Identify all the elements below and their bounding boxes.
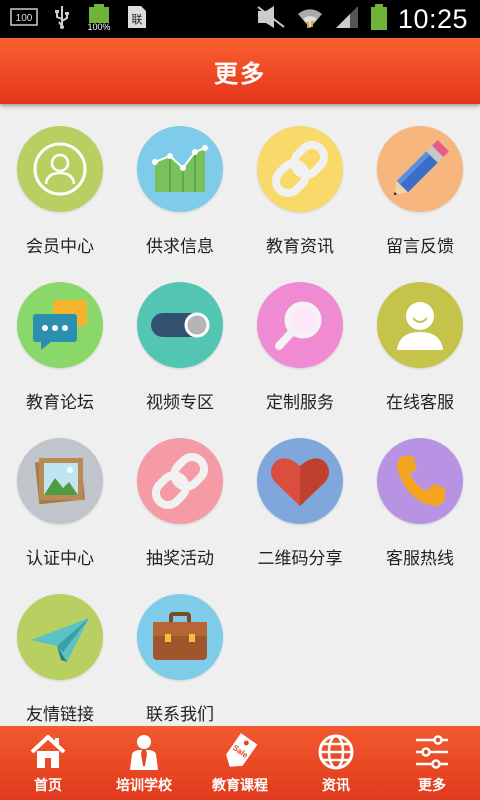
tab-home[interactable]: 首页	[0, 726, 96, 800]
sliders-icon	[416, 735, 448, 769]
globe-icon	[318, 734, 354, 770]
status-bar: 100 100% 联 10:25	[0, 0, 480, 38]
battery-full-icon: 100%	[86, 3, 112, 35]
chat-bubble-icon	[17, 282, 103, 368]
grid-item-label: 认证中心	[26, 549, 94, 569]
paper-plane-icon	[17, 594, 103, 680]
grid-item-contact-us[interactable]: 联系我们	[120, 572, 240, 728]
svg-text:100%: 100%	[87, 22, 110, 31]
picture-frame-icon	[17, 438, 103, 524]
home-icon	[30, 735, 66, 768]
grid-item-education-news[interactable]: 教育资讯	[240, 104, 360, 260]
grid-item-feedback[interactable]: 留言反馈	[360, 104, 480, 260]
grid-item-label: 友情链接	[26, 705, 94, 725]
tab-more[interactable]: 更多	[384, 726, 480, 800]
svg-text:联: 联	[132, 13, 143, 26]
heart-icon	[257, 438, 343, 524]
grid-item-education-forum[interactable]: 教育论坛	[0, 260, 120, 416]
grid-item-certification-center[interactable]: 认证中心	[0, 416, 120, 572]
sale-tag-icon: Sale	[226, 733, 258, 767]
tab-news[interactable]: 资讯	[288, 726, 384, 800]
tab-label: 教育课程	[212, 778, 268, 794]
tab-label: 培训学校	[116, 778, 172, 794]
grid-item-custom-service[interactable]: 定制服务	[240, 260, 360, 416]
signal-icon	[334, 4, 360, 34]
grid-item-label: 留言反馈	[386, 237, 454, 257]
grid-item-lottery[interactable]: 抽奖活动	[120, 416, 240, 572]
pencil-icon	[377, 126, 463, 212]
tab-label: 资讯	[322, 778, 350, 794]
grid-item-supply-demand[interactable]: 供求信息	[120, 104, 240, 260]
status-time: 10:25	[397, 3, 468, 34]
page-title: 更多	[214, 60, 266, 88]
grid-item-label: 客服热线	[386, 549, 454, 569]
grid-item-label: 视频专区	[146, 393, 214, 413]
phone-icon	[377, 438, 463, 524]
grid-item-label: 抽奖活动	[146, 549, 214, 569]
grid-item-label: 二维码分享	[257, 549, 343, 569]
mute-icon	[256, 5, 286, 33]
wifi-icon	[296, 4, 324, 34]
user-outline-icon	[17, 126, 103, 212]
grid-item-label: 联系我们	[146, 705, 214, 725]
grid-item-label: 供求信息	[146, 237, 214, 257]
grid-item-label: 会员中心	[26, 237, 94, 257]
usb-icon	[52, 4, 72, 34]
tab-label: 更多	[418, 778, 446, 794]
tab-training-school[interactable]: 培训学校	[96, 726, 192, 800]
grid-item-label: 教育资讯	[266, 237, 334, 257]
user-avatar-icon	[377, 282, 463, 368]
grid-item-friendly-links[interactable]: 友情链接	[0, 572, 120, 728]
magnifier-icon	[257, 282, 343, 368]
bottom-tab-bar: 首页 培训学校 Sale 教育课程 资讯 更多	[0, 726, 480, 800]
app-header: 更多	[0, 38, 480, 104]
sim-notification-icon: 联	[126, 4, 148, 34]
grid-item-label: 在线客服	[386, 393, 454, 413]
chain-link-icon	[257, 126, 343, 212]
briefcase-icon	[137, 594, 223, 680]
chain-link-icon	[137, 438, 223, 524]
status-right-icons: 10:25	[256, 4, 468, 34]
tab-label: 首页	[34, 778, 62, 794]
grid-item-member-center[interactable]: 会员中心	[0, 104, 120, 260]
grid-item-qrcode-share[interactable]: 二维码分享	[240, 416, 360, 572]
storage-icon: 100	[10, 7, 38, 31]
tab-courses[interactable]: Sale 教育课程	[192, 726, 288, 800]
grid-item-video-zone[interactable]: 视频专区	[120, 260, 240, 416]
grid-item-label: 教育论坛	[26, 393, 94, 413]
battery-icon	[370, 3, 388, 35]
feature-grid: 会员中心 供求信息 教育资讯 留言反馈 教育论坛 视频专区 定制服务 在线客服 …	[0, 104, 480, 726]
status-left-icons: 100 100% 联	[10, 3, 148, 35]
svg-text:100: 100	[16, 13, 33, 24]
person-tie-icon	[130, 735, 158, 770]
toggle-switch-icon	[137, 282, 223, 368]
grid-item-online-support[interactable]: 在线客服	[360, 260, 480, 416]
grid-item-hotline[interactable]: 客服热线	[360, 416, 480, 572]
area-chart-icon	[137, 126, 223, 212]
grid-item-label: 定制服务	[266, 393, 334, 413]
